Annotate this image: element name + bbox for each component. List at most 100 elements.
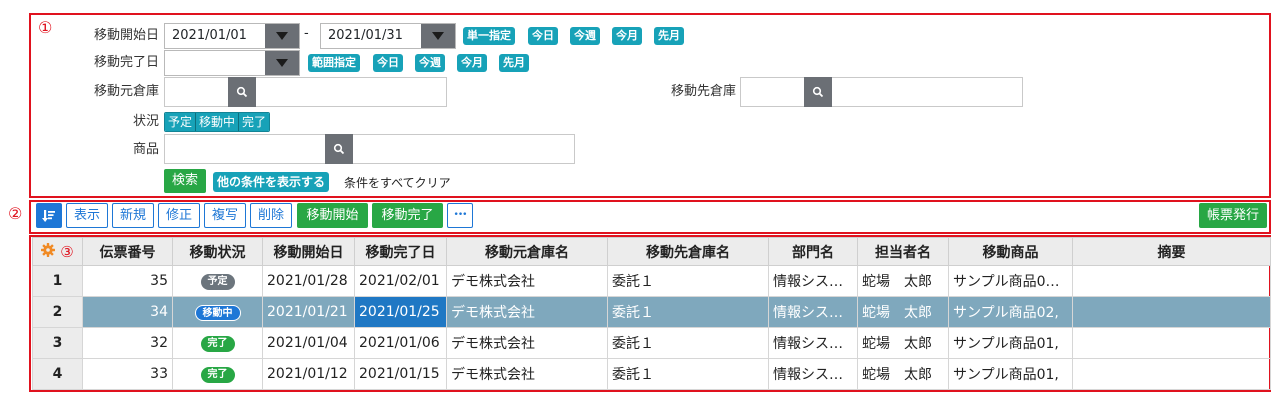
more-conditions-button[interactable]: 他の条件を表示する (213, 172, 330, 192)
column-header-dest-warehouse[interactable]: 移動先倉庫名 (607, 237, 769, 266)
department-cell[interactable]: 情報シス… (768, 358, 858, 390)
end-date-cell[interactable]: 2021/02/01 (354, 265, 447, 297)
start-move-button[interactable]: 移動開始 (297, 203, 368, 228)
column-header-source-warehouse[interactable]: 移動元倉庫名 (446, 237, 608, 266)
move-end-field[interactable] (164, 50, 300, 76)
chevron-down-icon[interactable] (265, 51, 299, 75)
source-warehouse-cell[interactable]: デモ株式会社 (446, 358, 608, 390)
person-cell[interactable]: 蛇場 太郎 (857, 265, 949, 297)
search-icon[interactable] (228, 77, 256, 107)
source-warehouse-cell[interactable]: デモ株式会社 (446, 296, 608, 328)
column-header-slip-no[interactable]: 伝票番号 (82, 237, 173, 266)
chip-today[interactable]: 今日 (528, 27, 558, 45)
chevron-down-icon[interactable] (265, 24, 299, 48)
status-toggle-moving[interactable]: 移動中 (196, 113, 240, 131)
product-cell[interactable]: サンプル商品01, (948, 327, 1073, 359)
chevron-down-icon[interactable] (421, 24, 455, 48)
product-field[interactable] (164, 134, 575, 164)
column-header-product[interactable]: 移動商品 (948, 237, 1073, 266)
table-row[interactable]: 4 33 完了 2021/01/12 2021/01/15 デモ株式会社 委託１… (32, 358, 1271, 390)
end-date-cell[interactable]: 2021/01/06 (354, 327, 447, 359)
column-header-person[interactable]: 担当者名 (857, 237, 949, 266)
note-cell[interactable] (1072, 296, 1271, 328)
note-cell[interactable] (1072, 327, 1271, 359)
chip-last-month[interactable]: 先月 (654, 27, 684, 45)
source-warehouse-field[interactable] (164, 77, 447, 107)
move-start-from-field[interactable]: 2021/01/01 (164, 23, 300, 49)
end-date-cell[interactable]: 2021/01/15 (354, 358, 447, 390)
dest-warehouse-field[interactable] (740, 77, 1023, 107)
product-cell[interactable]: サンプル商品0… (948, 265, 1073, 297)
department-cell[interactable]: 情報シス… (768, 327, 858, 359)
dest-warehouse-cell[interactable]: 委託１ (607, 358, 769, 390)
status-cell[interactable]: 移動中 (172, 296, 263, 328)
slip-no-cell[interactable]: 34 (82, 296, 173, 328)
chip-single-date[interactable]: 単一指定 (463, 27, 515, 45)
dest-warehouse-cell[interactable]: 委託１ (607, 327, 769, 359)
search-button[interactable]: 検索 (164, 169, 206, 193)
slip-no-cell[interactable]: 32 (82, 327, 173, 359)
view-button[interactable]: 表示 (66, 203, 108, 228)
clear-all-button[interactable]: 条件をすべてクリア (344, 174, 451, 191)
chip-this-month[interactable]: 今月 (457, 54, 487, 72)
status-cell[interactable]: 完了 (172, 358, 263, 390)
source-warehouse-cell[interactable]: デモ株式会社 (446, 327, 608, 359)
search-icon[interactable] (804, 77, 832, 107)
dest-warehouse-label: 移動先倉庫 (670, 84, 736, 99)
table-row[interactable]: 3 32 完了 2021/01/04 2021/01/06 デモ株式会社 委託１… (32, 327, 1271, 359)
search-icon[interactable] (325, 134, 353, 164)
person-cell[interactable]: 蛇場 太郎 (857, 327, 949, 359)
dest-warehouse-cell[interactable]: 委託１ (607, 296, 769, 328)
gear-icon[interactable] (41, 242, 56, 261)
move-start-to-field[interactable]: 2021/01/31 (320, 23, 456, 49)
print-report-button[interactable]: 帳票発行 (1199, 203, 1267, 228)
slip-no-cell[interactable]: 35 (82, 265, 173, 297)
product-cell[interactable]: サンプル商品02, (948, 296, 1073, 328)
column-header-status[interactable]: 移動状況 (172, 237, 263, 266)
more-actions-button[interactable]: ••• (447, 203, 473, 228)
move-start-date-label: 移動開始日 (93, 28, 159, 43)
table-row[interactable]: 1 35 予定 2021/01/28 2021/02/01 デモ株式会社 委託１… (32, 265, 1271, 297)
status-badge: 完了 (200, 367, 235, 383)
sort-button[interactable] (36, 203, 62, 228)
column-header-end-date[interactable]: 移動完了日 (354, 237, 447, 266)
status-toggle-planned[interactable]: 予定 (165, 113, 197, 131)
chip-this-week[interactable]: 今週 (570, 27, 600, 45)
copy-button[interactable]: 複写 (204, 203, 246, 228)
start-date-cell[interactable]: 2021/01/21 (262, 296, 355, 328)
chip-this-month[interactable]: 今月 (612, 27, 642, 45)
table-row-selected[interactable]: 2 34 移動中 2021/01/21 2021/01/25 デモ株式会社 委託… (32, 296, 1271, 328)
slip-no-cell[interactable]: 33 (82, 358, 173, 390)
dest-warehouse-cell[interactable]: 委託１ (607, 265, 769, 297)
delete-button[interactable]: 削除 (250, 203, 292, 228)
start-date-cell[interactable]: 2021/01/04 (262, 327, 355, 359)
note-cell[interactable] (1072, 265, 1271, 297)
status-cell[interactable]: 予定 (172, 265, 263, 297)
complete-move-button[interactable]: 移動完了 (372, 203, 443, 228)
status-toggle-done[interactable]: 完了 (239, 113, 270, 131)
source-warehouse-cell[interactable]: デモ株式会社 (446, 265, 608, 297)
product-cell[interactable]: サンプル商品01, (948, 358, 1073, 390)
chip-range[interactable]: 範囲指定 (308, 54, 360, 72)
column-header-department[interactable]: 部門名 (768, 237, 858, 266)
table-settings-header[interactable]: ③ (32, 237, 83, 266)
edit-button[interactable]: 修正 (158, 203, 200, 228)
end-date-cell-active[interactable]: 2021/01/25 (354, 296, 447, 328)
start-date-cell[interactable]: 2021/01/12 (262, 358, 355, 390)
person-cell[interactable]: 蛇場 太郎 (857, 358, 949, 390)
chip-last-month[interactable]: 先月 (499, 54, 529, 72)
status-cell[interactable]: 完了 (172, 327, 263, 359)
start-date-cell[interactable]: 2021/01/28 (262, 265, 355, 297)
person-cell[interactable]: 蛇場 太郎 (857, 296, 949, 328)
status-toggle-group: 予定 移動中 完了 (164, 112, 271, 132)
column-header-start-date[interactable]: 移動開始日 (262, 237, 355, 266)
column-header-note[interactable]: 摘要 (1072, 237, 1271, 266)
note-cell[interactable] (1072, 358, 1271, 390)
chip-this-week[interactable]: 今週 (415, 54, 445, 72)
product-label: 商品 (132, 142, 159, 157)
move-start-from-value: 2021/01/01 (172, 28, 247, 43)
chip-today[interactable]: 今日 (373, 54, 403, 72)
department-cell[interactable]: 情報シス… (768, 265, 858, 297)
new-button[interactable]: 新規 (112, 203, 154, 228)
department-cell[interactable]: 情報シス… (768, 296, 858, 328)
